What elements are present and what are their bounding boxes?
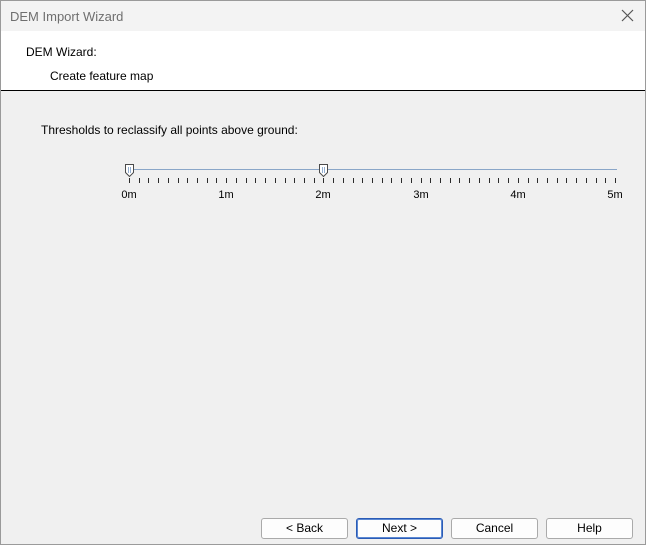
slider-tick <box>537 178 538 183</box>
slider-tick <box>518 178 519 183</box>
slider-thumb[interactable] <box>319 164 328 178</box>
slider-tick <box>615 178 616 183</box>
slider-tick <box>362 178 363 183</box>
slider-tick-label: 4m <box>510 189 526 201</box>
slider-tick <box>557 178 558 183</box>
slider-tick <box>498 178 499 183</box>
slider-tick <box>469 178 470 183</box>
slider-tick <box>566 178 567 183</box>
slider-tick <box>139 178 140 183</box>
slider-track[interactable] <box>129 169 617 170</box>
slider-tick <box>314 178 315 183</box>
slider-tick <box>236 178 237 183</box>
slider-thumb[interactable] <box>125 164 134 178</box>
help-button[interactable]: Help <box>546 518 633 539</box>
back-button[interactable]: < Back <box>261 518 348 539</box>
slider-tick-label: 1m <box>218 189 234 201</box>
wizard-title: DEM Wizard: <box>26 45 97 59</box>
slider-thumb-icon <box>125 164 134 178</box>
wizard-header: DEM Wizard: Create feature map <box>1 31 645 91</box>
slider-tick-label: 5m <box>607 189 623 201</box>
slider-tick <box>246 178 247 183</box>
slider-tick <box>178 178 179 183</box>
slider-tick <box>168 178 169 183</box>
slider-tick <box>216 178 217 183</box>
slider-tick <box>411 178 412 183</box>
slider-tick <box>148 178 149 183</box>
wizard-step-subtitle: Create feature map <box>50 69 154 83</box>
slider-tick <box>304 178 305 183</box>
next-button[interactable]: Next > <box>356 518 443 539</box>
slider-tick <box>353 178 354 183</box>
title-bar[interactable]: DEM Import Wizard <box>1 1 645 31</box>
slider-tick-label: 3m <box>413 189 429 201</box>
dialog-window: DEM Import Wizard DEM Wizard: Create fea… <box>0 0 646 545</box>
slider-tick <box>285 178 286 183</box>
slider-thumb-icon <box>319 164 328 178</box>
slider-tick <box>401 178 402 183</box>
slider-tick <box>440 178 441 183</box>
cancel-button[interactable]: Cancel <box>451 518 538 539</box>
slider-tick <box>333 178 334 183</box>
window-title: DEM Import Wizard <box>10 9 124 24</box>
slider-tick <box>372 178 373 183</box>
slider-tick <box>391 178 392 183</box>
close-icon <box>621 9 634 22</box>
slider-tick <box>207 178 208 183</box>
threshold-label: Thresholds to reclassify all points abov… <box>41 123 298 137</box>
slider-tick <box>129 178 130 183</box>
slider-tick <box>450 178 451 183</box>
slider-tick <box>508 178 509 183</box>
slider-tick <box>489 178 490 183</box>
slider-tick-label: 0m <box>121 189 137 201</box>
slider-tick <box>197 178 198 183</box>
slider-tick <box>226 178 227 183</box>
slider-tick <box>421 178 422 183</box>
slider-tick <box>576 178 577 183</box>
slider-tick <box>343 178 344 183</box>
slider-tick <box>382 178 383 183</box>
slider-tick <box>547 178 548 183</box>
slider-tick <box>528 178 529 183</box>
slider-tick-label: 2m <box>315 189 331 201</box>
slider-tick <box>605 178 606 183</box>
slider-tick <box>323 178 324 183</box>
slider-tick <box>596 178 597 183</box>
slider-tick <box>294 178 295 183</box>
slider-tick <box>255 178 256 183</box>
slider-tick <box>430 178 431 183</box>
close-button[interactable] <box>611 1 645 31</box>
slider-tick <box>459 178 460 183</box>
slider-tick <box>586 178 587 183</box>
slider-tick <box>265 178 266 183</box>
slider-tick <box>275 178 276 183</box>
slider-tick <box>479 178 480 183</box>
slider-ticks <box>121 178 631 184</box>
slider-tick <box>187 178 188 183</box>
threshold-slider[interactable]: 0m 1m 2m 3m 4m 5m <box>121 159 631 209</box>
slider-tick <box>158 178 159 183</box>
